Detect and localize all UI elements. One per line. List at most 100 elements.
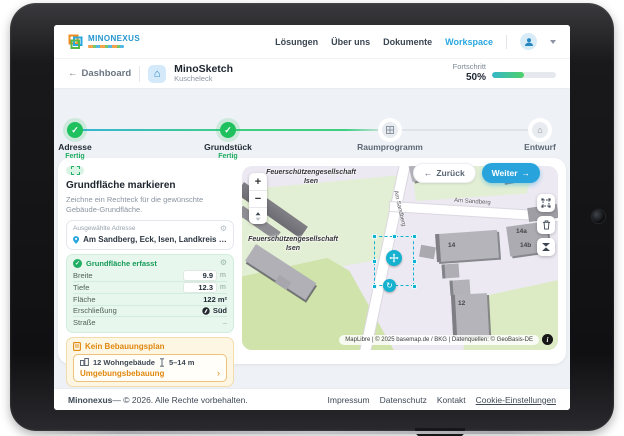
main-area: ✓ Adresse Fertig ✓ Grundstück Fertig Rau…: [54, 89, 570, 388]
resize-handle[interactable]: [372, 284, 377, 289]
buildings-icon: [80, 358, 89, 366]
row-erschliessung: Erschließung Süd: [73, 305, 227, 317]
step-grundstueck[interactable]: ✓ Grundstück Fertig: [183, 122, 273, 161]
arrow-left-icon: ←: [424, 168, 433, 178]
erschliessung-value: Süd: [213, 306, 227, 315]
strasse-value: –: [223, 318, 227, 327]
info-icon[interactable]: i: [542, 334, 553, 345]
map-canvas[interactable]: 22 14 14a 14b 12 Feuerschützengesellscha…: [242, 166, 558, 350]
app-screen: MINONEXUS Lösungen Über uns Dokumente Wo…: [54, 25, 570, 410]
address-label: Ausgewählte Adresse: [73, 225, 136, 232]
nav-link-loesungen[interactable]: Lösungen: [275, 37, 318, 47]
chevron-down-icon[interactable]: [550, 40, 556, 44]
stat-buildings: 12 Wohngebäude: [93, 358, 155, 367]
step-entwurf[interactable]: ⌂ Entwurf: [495, 122, 570, 161]
umgebungsbebauung-link[interactable]: Umgebungsbebauung: [80, 369, 164, 378]
footer-link-datenschutz[interactable]: Datenschutz: [380, 395, 427, 405]
merge-tool-button[interactable]: [537, 238, 555, 256]
check-circle-icon: ✓: [73, 259, 82, 268]
select-rectangle-tool-button[interactable]: [537, 194, 555, 212]
row-breite: Breite m: [73, 270, 227, 282]
arrow-right-icon: →: [522, 168, 531, 178]
resize-handle[interactable]: [412, 284, 417, 289]
trash-icon: [542, 220, 551, 230]
breite-input[interactable]: [183, 270, 217, 281]
rotate-icon: ↻: [386, 281, 393, 290]
nav-link-dokumente[interactable]: Dokumente: [383, 37, 432, 47]
bebauungsplan-title: Kein Bebauungsplan: [85, 342, 165, 351]
select-rectangle-icon: [541, 198, 551, 208]
step-adresse[interactable]: ✓ Adresse Fertig: [54, 122, 120, 161]
pitch-icon: [254, 212, 262, 221]
gear-icon[interactable]: ⚙: [220, 225, 227, 233]
back-button[interactable]: ← Zurück: [413, 163, 476, 183]
nav-link-workspace[interactable]: Workspace: [445, 37, 493, 47]
height-icon: [159, 358, 165, 367]
move-handle-button[interactable]: [386, 250, 402, 266]
row-tiefe: Tiefe m: [73, 281, 227, 293]
house-number: 14b: [520, 242, 531, 249]
footer-link-kontakt[interactable]: Kontakt: [437, 395, 466, 405]
map-toolbar: [537, 194, 555, 256]
house-number: 14a: [516, 228, 527, 235]
row-flaeche: Fläche 122 m²: [73, 293, 227, 305]
house-number: 12: [458, 300, 465, 307]
footprint-selection-rect[interactable]: ↻: [374, 236, 414, 286]
delete-tool-button[interactable]: [537, 216, 555, 234]
house-number: 14: [448, 242, 455, 249]
stepper-connector-line: [79, 129, 539, 131]
flaeche-value: 122 m²: [203, 295, 227, 304]
step-raumprogramm[interactable]: Raumprogramm: [345, 122, 435, 161]
navbar: MINONEXUS Lösungen Über uns Dokumente Wo…: [54, 25, 570, 59]
progress-label: Fortschritt: [453, 63, 486, 72]
back-label: Dashboard: [82, 68, 132, 79]
check-icon: ✓: [224, 125, 232, 136]
document-icon: [73, 342, 81, 351]
progress-widget: Fortschritt 50%: [453, 63, 556, 83]
footer-link-impressum[interactable]: Impressum: [328, 395, 370, 405]
zoom-out-button[interactable]: −: [249, 190, 267, 207]
resize-handle[interactable]: [412, 259, 417, 264]
location-pin-icon: [73, 235, 79, 245]
footer-brand: Minonexus: [68, 395, 112, 405]
address-value: Am Sandberg, Eck, Isen, Landkreis Erding…: [83, 235, 227, 244]
grid-icon: [386, 126, 394, 134]
progress-fill: [492, 72, 524, 78]
progress-value: 50%: [453, 72, 486, 84]
tiefe-input[interactable]: [183, 282, 217, 293]
house-icon: ⌂: [154, 68, 161, 80]
back-to-dashboard-link[interactable]: ← Dashboard: [68, 68, 131, 79]
compass-icon: [202, 307, 210, 315]
footer-copyright: — © 2026. Alle Rechte vorbehalten.: [112, 395, 247, 405]
brand-logo[interactable]: MINONEXUS: [68, 34, 140, 50]
rotate-handle-button[interactable]: ↻: [383, 279, 396, 292]
sidebar-panel: Grundfläche markieren Zeichne ein Rechte…: [66, 166, 234, 356]
subheader-divider: [139, 66, 140, 82]
stat-height: 5–14 m: [169, 358, 194, 367]
address-card: Ausgewählte Adresse ⚙ Am Sandberg, Eck, …: [66, 220, 234, 250]
footer-link-cookies[interactable]: Cookie-Einstellungen: [476, 395, 556, 405]
gear-icon[interactable]: ⚙: [220, 259, 227, 267]
panel-description: Zeichne ein Rechteck für die gewünschte …: [66, 195, 234, 215]
footer: Minonexus — © 2026. Alle Rechte vorbehal…: [54, 388, 570, 410]
subheader: ← Dashboard ⌂ MinoSketch Kuscheleck Fort…: [54, 59, 570, 89]
resize-handle[interactable]: [412, 234, 417, 239]
nav-link-ueber-uns[interactable]: Über uns: [331, 37, 370, 47]
resize-handle[interactable]: [372, 234, 377, 239]
pitch-toggle-button[interactable]: [249, 207, 267, 224]
panel-title: Grundfläche markieren: [66, 180, 234, 191]
tablet-camera: [592, 210, 605, 223]
umgebungsbebauung-button[interactable]: 12 Wohngebäude 5–14 m Umgebungsbebauung: [73, 354, 227, 382]
resize-handle[interactable]: [372, 259, 377, 264]
mark-area-icon: [66, 166, 84, 175]
poi-label: FeuerschützengesellschaftIsen: [242, 236, 348, 254]
avatar-button[interactable]: [520, 33, 537, 50]
resize-handle[interactable]: [392, 234, 397, 239]
logo-icon: [68, 34, 84, 50]
map-building: [419, 245, 436, 259]
zoom-in-button[interactable]: +: [249, 173, 267, 190]
captured-title: Grundfläche erfasst: [86, 259, 157, 268]
captured-area-card: ✓ Grundfläche erfasst ⚙ Breite m: [66, 254, 234, 333]
next-button[interactable]: Weiter →: [482, 163, 540, 183]
move-icon: [389, 253, 399, 263]
